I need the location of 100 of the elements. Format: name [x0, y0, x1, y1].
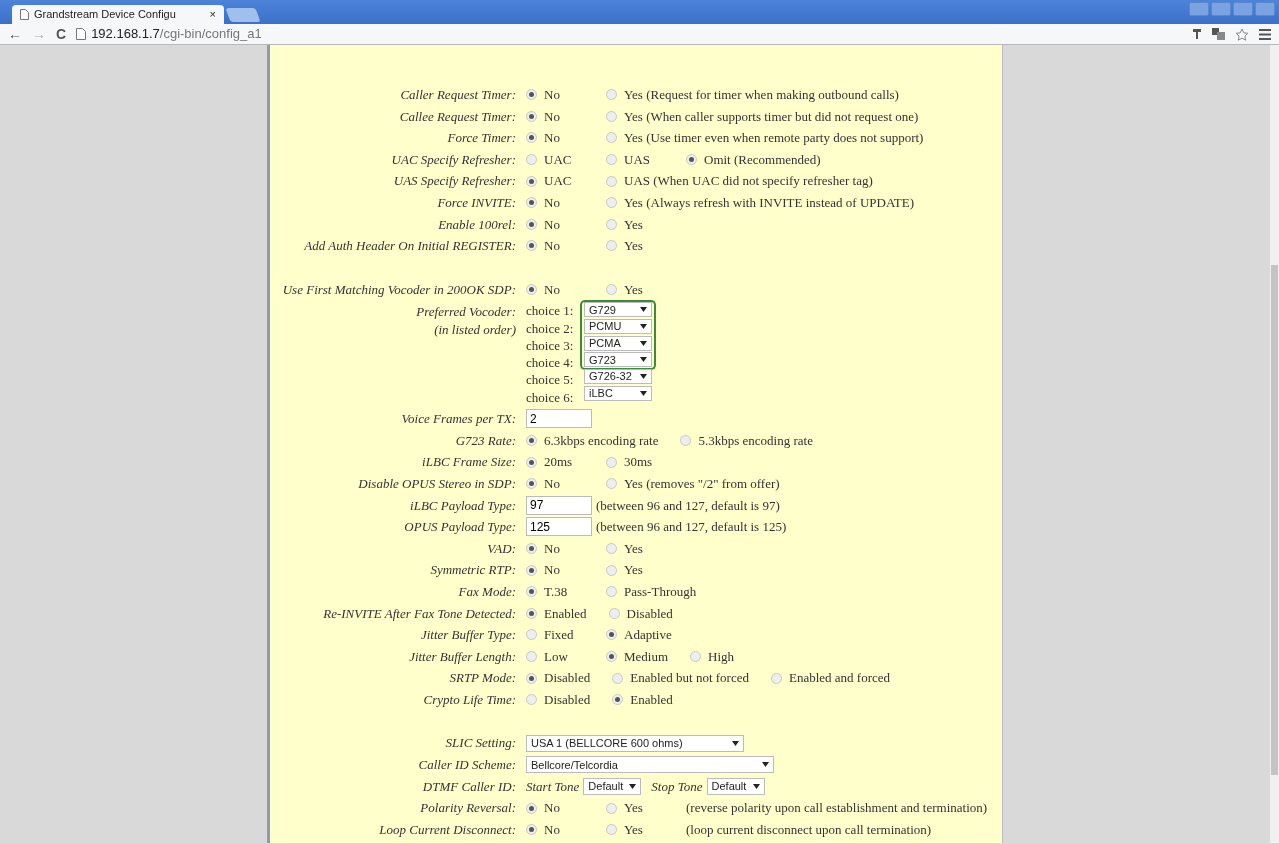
- radio-button[interactable]: [606, 802, 617, 814]
- radio-option[interactable]: Pass-Through: [606, 581, 697, 602]
- radio-option[interactable]: Enabled: [612, 689, 673, 710]
- radio-button[interactable]: [526, 197, 537, 209]
- input-field[interactable]: 97: [526, 495, 592, 515]
- radio-option[interactable]: No: [526, 214, 584, 235]
- minimize-button[interactable]: [1211, 2, 1231, 16]
- radio-option[interactable]: Enabled but not forced: [612, 668, 749, 688]
- radio-button[interactable]: [606, 89, 617, 101]
- radio-option[interactable]: UAS (When UAC did not specify refresher tag): [606, 171, 873, 191]
- user-button[interactable]: [1189, 2, 1209, 16]
- radio-option[interactable]: Omit (Recommended): [686, 149, 821, 170]
- radio-option[interactable]: Yes (When caller supports timer but did not request one): [606, 106, 919, 127]
- radio-button[interactable]: [526, 672, 537, 684]
- radio-option[interactable]: UAC: [526, 171, 584, 191]
- dropdown[interactable]: USA 1 (BELLCORE 600 ohms): [526, 734, 744, 752]
- radio-button[interactable]: [526, 218, 537, 230]
- address-bar[interactable]: 192.168.1.7/cgi-bin/config_a1: [91, 24, 262, 44]
- dropdown[interactable]: Bellcore/Telcordia: [526, 756, 774, 774]
- menu-icon[interactable]: [1259, 28, 1271, 40]
- radio-button[interactable]: [526, 586, 537, 598]
- radio-option[interactable]: No: [526, 819, 584, 840]
- radio-option[interactable]: Medium: [606, 646, 669, 667]
- close-tab-button[interactable]: ×: [209, 6, 216, 23]
- radio-button[interactable]: [526, 629, 537, 641]
- radio-option[interactable]: Yes (Always refresh with INVITE instead of UPDATE): [606, 193, 915, 213]
- vocoder-dropdown[interactable]: iLBC: [584, 385, 652, 401]
- vocoder-dropdown[interactable]: PCMA: [584, 336, 652, 352]
- scrollbar[interactable]: [1270, 45, 1279, 843]
- radio-button[interactable]: [526, 456, 537, 468]
- radio-option[interactable]: Disabled: [608, 603, 673, 623]
- radio-button[interactable]: [686, 154, 697, 166]
- radio-button[interactable]: [526, 435, 537, 446]
- radio-option[interactable]: Yes: [606, 819, 664, 840]
- radio-option[interactable]: 30ms: [606, 452, 664, 472]
- radio-option[interactable]: Adaptive: [606, 625, 672, 645]
- radio-button[interactable]: [606, 197, 617, 209]
- radio-option[interactable]: No: [526, 279, 584, 300]
- radio-option[interactable]: No: [526, 193, 584, 213]
- radio-button[interactable]: [526, 824, 537, 836]
- radio-option[interactable]: Low: [526, 646, 584, 667]
- radio-button[interactable]: [606, 824, 617, 836]
- vocoder-dropdown[interactable]: G729: [584, 302, 652, 318]
- radio-button[interactable]: [526, 110, 537, 122]
- radio-button[interactable]: [526, 132, 537, 144]
- radio-button[interactable]: [526, 154, 537, 166]
- reload-button[interactable]: C: [56, 27, 67, 41]
- radio-option[interactable]: Fixed: [526, 625, 584, 645]
- radio-button[interactable]: [606, 175, 617, 187]
- radio-button[interactable]: [526, 175, 537, 187]
- radio-option[interactable]: Enabled and forced: [771, 668, 891, 688]
- radio-button[interactable]: [771, 672, 782, 684]
- radio-option[interactable]: Yes: [606, 798, 664, 818]
- radio-option[interactable]: Yes: [606, 538, 664, 559]
- radio-button[interactable]: [612, 672, 624, 684]
- radio-button[interactable]: [606, 456, 617, 468]
- dropdown[interactable]: Default: [583, 777, 642, 795]
- radio-option[interactable]: 20ms: [526, 452, 584, 472]
- radio-button[interactable]: [606, 650, 617, 662]
- new-tab-button[interactable]: [225, 8, 261, 22]
- radio-button[interactable]: [526, 478, 537, 490]
- radio-button[interactable]: [606, 478, 617, 490]
- radio-option[interactable]: Yes (Request for timer when making outbound calls): [606, 85, 899, 105]
- maximize-button[interactable]: [1233, 2, 1253, 16]
- input-field[interactable]: 125: [526, 517, 592, 537]
- back-button[interactable]: ←: [8, 27, 22, 41]
- dropdown[interactable]: Default: [706, 777, 765, 795]
- radio-button[interactable]: [606, 586, 617, 598]
- radio-button[interactable]: [526, 240, 537, 252]
- radio-option[interactable]: 5.3kbps encoding rate: [680, 430, 813, 451]
- radio-button[interactable]: [526, 694, 537, 706]
- radio-option[interactable]: 6.3kbps encoding rate: [526, 430, 659, 451]
- radio-button[interactable]: [606, 284, 617, 296]
- radio-option[interactable]: Yes: [606, 214, 664, 235]
- radio-button[interactable]: [608, 607, 620, 619]
- radio-option[interactable]: Disabled: [526, 668, 591, 688]
- radio-option[interactable]: UAC: [526, 149, 584, 170]
- radio-button[interactable]: [606, 110, 617, 122]
- radio-option[interactable]: No: [526, 85, 584, 105]
- radio-button[interactable]: [526, 89, 537, 101]
- radio-option[interactable]: No: [526, 236, 584, 256]
- radio-option[interactable]: T.38: [526, 581, 584, 602]
- radio-button[interactable]: [526, 564, 537, 576]
- radio-button[interactable]: [526, 607, 537, 619]
- radio-option[interactable]: High: [690, 646, 749, 667]
- radio-button[interactable]: [606, 564, 617, 576]
- radio-button[interactable]: [606, 154, 617, 166]
- radio-option[interactable]: No: [526, 473, 584, 494]
- radio-option[interactable]: No: [526, 798, 584, 818]
- radio-option[interactable]: Enabled: [526, 603, 587, 623]
- scrollbar-thumb[interactable]: [1271, 265, 1278, 775]
- star-icon[interactable]: [1235, 27, 1249, 41]
- radio-button[interactable]: [606, 543, 617, 554]
- radio-option[interactable]: Yes (Use timer even when remote party does not support): [606, 128, 924, 148]
- input-field[interactable]: 2: [526, 409, 592, 429]
- radio-button[interactable]: [690, 650, 702, 662]
- browser-tab[interactable]: Grandstream Device Configu ×: [12, 5, 224, 24]
- radio-option[interactable]: Yes: [606, 236, 664, 256]
- radio-option[interactable]: No: [526, 128, 584, 148]
- radio-option[interactable]: Disabled: [526, 689, 591, 710]
